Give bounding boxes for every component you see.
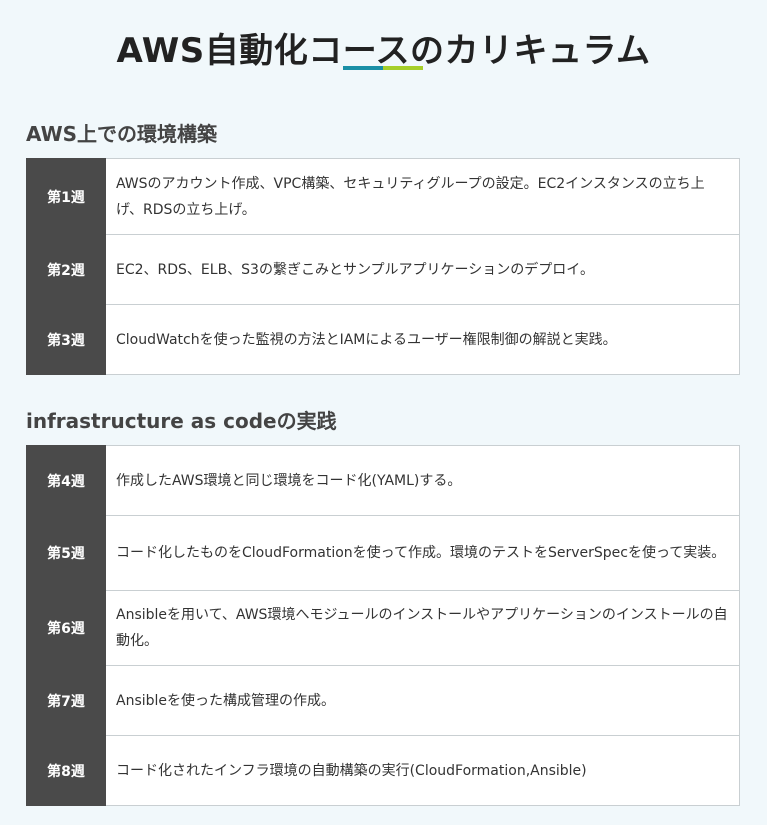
table-row: 第5週 コード化したものをCloudFormationを使って作成。環境のテスト…: [26, 515, 740, 591]
week-label: 第8週: [26, 735, 106, 806]
table-row: 第8週 コード化されたインフラ環境の自動構築の実行(CloudFormation…: [26, 735, 740, 806]
table-row: 第2週 EC2、RDS、ELB、S3の繋ぎこみとサンプルアプリケーションのデプロ…: [26, 234, 740, 305]
week-description: Ansibleを使った構成管理の作成。: [105, 665, 740, 736]
curriculum-table-aws-setup: 第1週 AWSのアカウント作成、VPC構築、セキュリティグループの設定。EC2イ…: [26, 158, 740, 375]
week-description: AWSのアカウント作成、VPC構築、セキュリティグループの設定。EC2インスタン…: [105, 158, 740, 235]
week-label: 第4週: [26, 445, 106, 516]
table-row: 第6週 Ansibleを用いて、AWS環境へモジュールのインストールやアプリケー…: [26, 590, 740, 666]
week-description: コード化されたインフラ環境の自動構築の実行(CloudFormation,Ans…: [105, 735, 740, 806]
underline-segment-green: [383, 66, 423, 70]
curriculum-table-iac: 第4週 作成したAWS環境と同じ環境をコード化(YAML)する。 第5週 コード…: [26, 445, 740, 806]
week-description: CloudWatchを使った監視の方法とIAMによるユーザー権限制御の解説と実践…: [105, 304, 740, 375]
week-label: 第5週: [26, 515, 106, 591]
section-heading-aws-setup: AWS上での環境構築: [26, 122, 218, 146]
week-label: 第3週: [26, 304, 106, 375]
week-label: 第7週: [26, 665, 106, 736]
section-heading-iac: infrastructure as codeの実践: [26, 409, 337, 433]
week-description: EC2、RDS、ELB、S3の繋ぎこみとサンプルアプリケーションのデプロイ。: [105, 234, 740, 305]
table-row: 第4週 作成したAWS環境と同じ環境をコード化(YAML)する。: [26, 445, 740, 516]
underline-segment-teal: [343, 66, 383, 70]
week-description: コード化したものをCloudFormationを使って作成。環境のテストをSer…: [105, 515, 740, 591]
week-label: 第2週: [26, 234, 106, 305]
table-row: 第7週 Ansibleを使った構成管理の作成。: [26, 665, 740, 736]
week-label: 第6週: [26, 590, 106, 666]
table-row: 第3週 CloudWatchを使った監視の方法とIAMによるユーザー権限制御の解…: [26, 304, 740, 375]
table-row: 第1週 AWSのアカウント作成、VPC構築、セキュリティグループの設定。EC2イ…: [26, 158, 740, 235]
title-underline: [343, 66, 423, 70]
week-description: 作成したAWS環境と同じ環境をコード化(YAML)する。: [105, 445, 740, 516]
week-label: 第1週: [26, 158, 106, 235]
week-description: Ansibleを用いて、AWS環境へモジュールのインストールやアプリケーションの…: [105, 590, 740, 666]
